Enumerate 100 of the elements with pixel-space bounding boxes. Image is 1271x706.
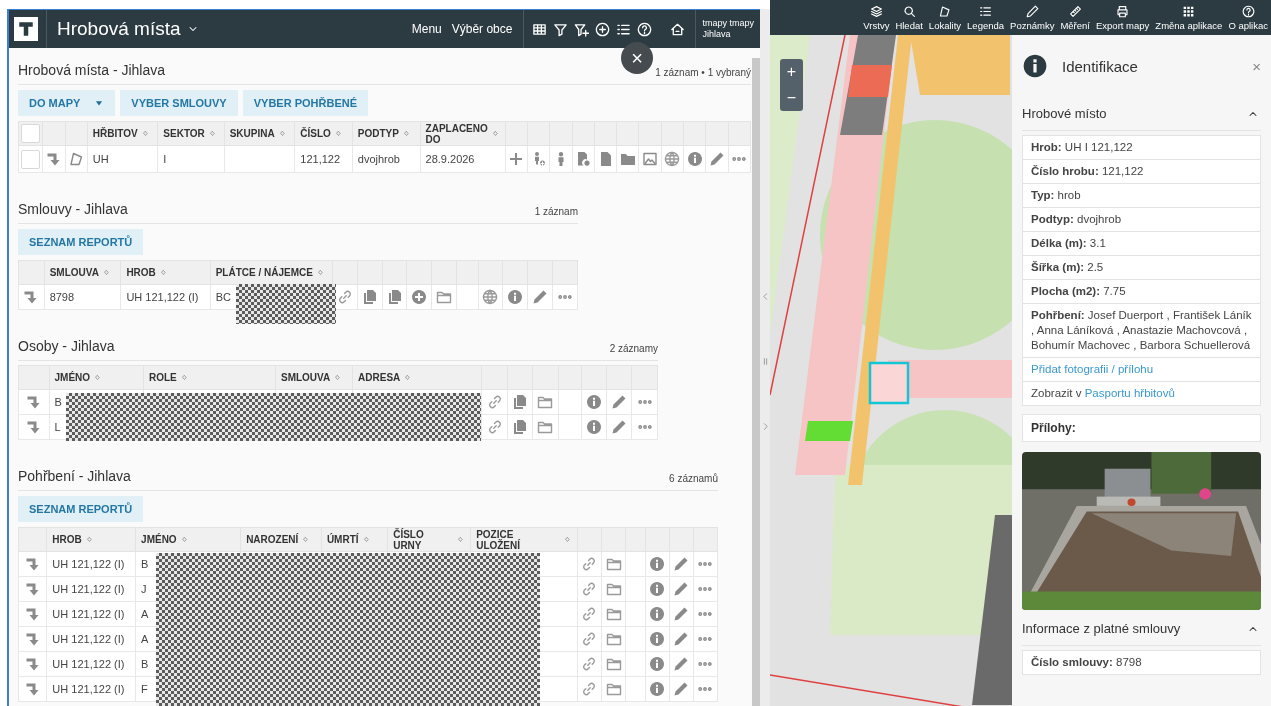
pencil-icon[interactable] [532,289,549,305]
link-icon[interactable] [581,581,598,597]
turn-arrow-icon[interactable] [25,419,42,435]
column-header[interactable]: HROB [126,267,156,278]
pencil-icon[interactable] [673,556,690,572]
table-cell: 28.9.2026 [425,153,475,165]
folder-outline-icon[interactable] [436,289,453,305]
folder-outline-icon[interactable] [605,606,622,622]
folder-outline-icon[interactable] [605,581,622,597]
plus-icon[interactable] [508,151,525,167]
link-icon[interactable] [581,681,598,697]
globe-icon[interactable] [482,289,499,305]
pencil-icon[interactable] [708,151,725,167]
folder-outline-icon[interactable] [537,419,554,435]
toolbar-button[interactable]: O aplikac [1225,4,1271,31]
toolbar-button[interactable]: Poznámky [1007,4,1058,31]
table-icon[interactable] [532,21,548,37]
pencil-icon[interactable] [611,419,628,435]
app-title-menu[interactable]: Hrobová místa [46,10,209,48]
link-icon[interactable] [581,656,598,672]
info-icon[interactable] [649,681,666,697]
pencil-icon[interactable] [673,631,690,647]
menu-link[interactable]: Menu [406,10,447,48]
checkbox[interactable] [20,149,40,169]
info-icon[interactable] [649,581,666,597]
pencil-icon[interactable] [673,606,690,622]
column-header[interactable]: JMÉNO [141,534,177,545]
accordion-header[interactable]: Hrobové místo [1022,97,1261,131]
folder-outline-icon[interactable] [605,556,622,572]
link-icon[interactable] [486,394,503,410]
toolbar-button[interactable]: Vrstvy [860,4,893,31]
documents-icon[interactable] [361,289,378,305]
column-header[interactable]: ADRESA [358,372,401,383]
info-icon[interactable] [507,289,524,305]
info-icon[interactable] [686,151,703,167]
home-icon[interactable] [670,21,686,37]
accordion-header[interactable]: Informace z platné smlouvy [1022,612,1261,646]
documents-icon[interactable] [512,394,528,410]
link-icon[interactable] [336,289,353,305]
sort-icon [315,268,325,277]
info-icon[interactable] [649,656,666,672]
toolbar-button[interactable]: Export mapy [1093,4,1153,31]
column-header[interactable]: JMÉNO [54,372,91,383]
toolbar-button[interactable]: Legenda [964,4,1008,31]
link-icon[interactable] [581,556,598,572]
turn-arrow-icon[interactable] [24,581,41,597]
logo[interactable] [14,17,38,41]
action-button[interactable]: VYBER SMLOUVY [120,90,238,116]
toolbar-button[interactable]: Hledat [892,4,926,31]
turn-arrow-icon[interactable] [24,681,41,697]
folder-icon[interactable] [619,151,636,167]
close-button[interactable]: × [621,42,653,74]
info-icon[interactable] [649,556,666,572]
zoom-out-button[interactable]: − [780,85,803,111]
split-button[interactable]: DO MAPY [18,90,116,116]
municipality-link[interactable]: Výběr obce [446,10,518,48]
documents-icon[interactable] [386,289,403,305]
document-plus-icon[interactable] [575,151,592,167]
turn-arrow-icon[interactable] [45,151,62,167]
close-button[interactable]: × [1252,57,1261,75]
scrollbar[interactable] [752,58,760,706]
documents-icon[interactable] [512,419,528,435]
folder-outline-icon[interactable] [605,681,622,697]
info-icon[interactable] [649,606,666,622]
help-icon[interactable] [637,21,653,37]
info-icon[interactable] [585,394,602,410]
turn-arrow-icon[interactable] [24,656,41,672]
turn-arrow-icon[interactable] [24,631,41,647]
filter-icon[interactable] [553,21,569,37]
action-button[interactable]: VYBER POHŘBENÉ [242,90,368,116]
toolbar-button[interactable]: Měření [1057,4,1093,31]
info-icon[interactable] [585,419,602,435]
column-header[interactable]: HROB [52,534,82,545]
image-icon[interactable] [642,151,659,167]
link-icon[interactable] [486,419,503,435]
polygon-icon[interactable] [68,151,85,167]
turn-arrow-icon[interactable] [24,556,41,572]
pencil-icon[interactable] [673,681,690,697]
link-icon[interactable] [581,606,598,622]
info-icon[interactable] [649,631,666,647]
folder-outline-icon[interactable] [605,656,622,672]
pencil-icon[interactable] [673,656,690,672]
link-icon[interactable] [581,631,598,647]
toolbar-button[interactable]: Lokality [925,4,965,31]
turn-arrow-icon[interactable] [24,606,41,622]
pencil-icon[interactable] [673,581,690,597]
action-button[interactable]: SEZNAM REPORTŮ [18,229,144,255]
column-header[interactable]: ROLE [148,372,177,383]
toolbar-button[interactable]: Změna aplikace [1152,4,1226,31]
plus-circle-outline-icon[interactable] [595,21,611,37]
zoom-in-button[interactable]: + [780,59,803,85]
pencil-icon[interactable] [611,394,628,410]
action-button[interactable]: SEZNAM REPORTŮ [18,496,144,522]
folder-outline-icon[interactable] [537,394,554,410]
caret-icon [94,98,105,108]
turn-arrow-icon[interactable] [25,394,42,410]
filter-plus-icon[interactable] [574,21,590,37]
checkbox[interactable] [20,124,40,143]
globe-icon[interactable] [664,151,681,167]
folder-outline-icon[interactable] [605,631,622,647]
